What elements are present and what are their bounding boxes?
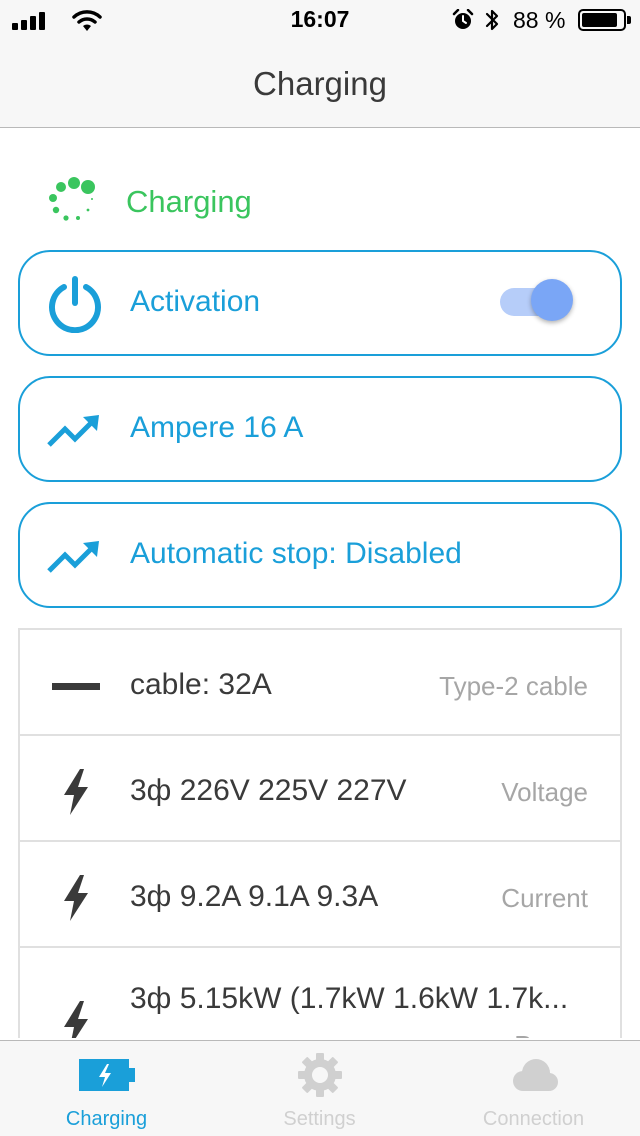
automatic-stop-card[interactable]: Automatic stop: Disabled bbox=[18, 502, 622, 608]
battery-percent: 88 % bbox=[513, 7, 566, 33]
list-item-voltage: 3ф 226V 225V 227V Voltage bbox=[20, 736, 620, 842]
automatic-stop-label: Automatic stop: Disabled bbox=[130, 537, 462, 570]
power-icon bbox=[49, 276, 101, 333]
loading-spinner-icon bbox=[49, 177, 95, 221]
lightning-icon bbox=[64, 769, 88, 815]
navigation-bar: Charging bbox=[0, 40, 640, 128]
power-value: 3ф 5.15kW (1.7kW 1.6kW 1.7k... bbox=[130, 982, 569, 1015]
current-caption: Current bbox=[501, 883, 588, 913]
battery-cap bbox=[627, 16, 631, 24]
tab-bar: Charging Settings Connection bbox=[0, 1040, 640, 1136]
charging-info-list[interactable]: cable: 32A Type-2 cable 3ф 226V 225V 227… bbox=[18, 628, 622, 1038]
tab-connection-label: Connection bbox=[482, 1108, 585, 1130]
bluetooth-icon bbox=[485, 9, 499, 31]
activation-card[interactable]: Activation bbox=[18, 250, 622, 356]
activation-toggle[interactable] bbox=[500, 279, 574, 325]
lightning-icon bbox=[64, 1001, 88, 1038]
alarm-clock-icon bbox=[452, 9, 474, 29]
voltage-caption: Voltage bbox=[501, 777, 588, 807]
cable-value: cable: 32A bbox=[130, 668, 272, 701]
cable-icon bbox=[52, 683, 100, 690]
charging-status: Charging bbox=[46, 172, 606, 228]
trend-up-icon bbox=[47, 415, 99, 447]
tab-charging[interactable]: Charging bbox=[0, 1041, 213, 1136]
current-value: 3ф 9.2A 9.1A 9.3A bbox=[130, 880, 379, 913]
cloud-icon bbox=[512, 1059, 558, 1091]
toggle-thumb bbox=[531, 279, 573, 321]
ampere-card[interactable]: Ampere 16 A bbox=[18, 376, 622, 482]
tab-connection[interactable]: Connection bbox=[427, 1041, 640, 1136]
tab-settings-label: Settings bbox=[283, 1108, 356, 1130]
page-title: Charging bbox=[253, 65, 387, 102]
list-item-cable: cable: 32A Type-2 cable bbox=[20, 630, 620, 736]
battery-icon bbox=[578, 9, 626, 31]
power-caption: Power bbox=[514, 1030, 588, 1038]
battery-charging-icon bbox=[78, 1059, 135, 1091]
list-item-current: 3ф 9.2A 9.1A 9.3A Current bbox=[20, 842, 620, 948]
cable-caption: Type-2 cable bbox=[439, 671, 588, 701]
tab-settings[interactable]: Settings bbox=[213, 1041, 426, 1136]
tab-charging-label: Charging bbox=[65, 1108, 148, 1130]
ampere-label: Ampere 16 A bbox=[130, 411, 304, 444]
status-bar: 16:07 88 % bbox=[0, 0, 640, 40]
trend-up-icon bbox=[47, 541, 99, 573]
lightning-icon bbox=[64, 875, 88, 921]
voltage-value: 3ф 226V 225V 227V bbox=[130, 774, 407, 807]
charging-status-label: Charging bbox=[126, 184, 252, 219]
list-item-power: 3ф 5.15kW (1.7kW 1.6kW 1.7k... Power bbox=[20, 948, 620, 1038]
activation-label: Activation bbox=[130, 285, 261, 318]
gear-icon bbox=[297, 1053, 342, 1097]
